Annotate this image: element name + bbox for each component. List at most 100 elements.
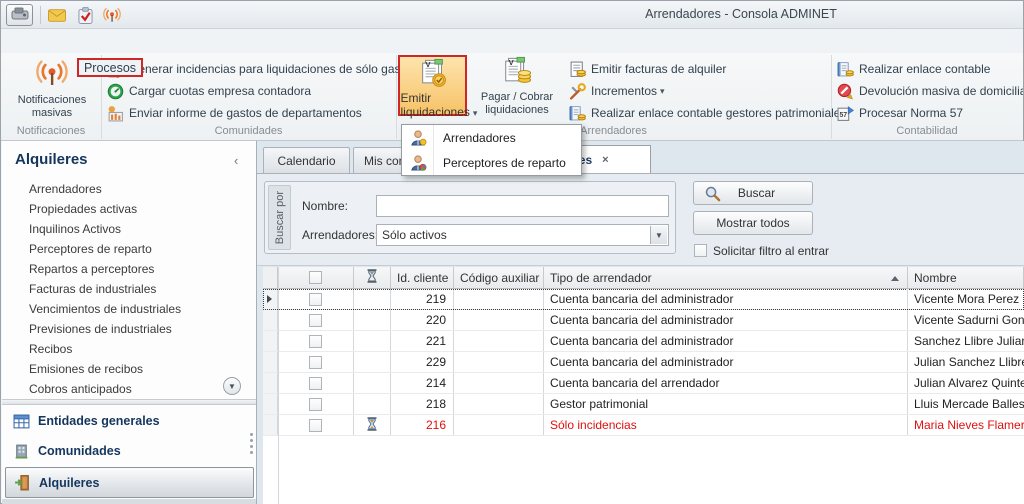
cell-nombre: Vicente Mora Perez	[914, 292, 1020, 306]
main-content: Calendario Mis con Arrendadores × Buscar…	[257, 141, 1024, 504]
group-label-notificaciones: Notificaciones	[16, 125, 86, 137]
cargar-cuotas-button[interactable]: Cargar cuotas empresa contadora	[107, 81, 311, 101]
sidebar-item-cobros-anticipados[interactable]: Cobros anticipados	[29, 382, 229, 400]
door-arrow-icon	[14, 474, 31, 491]
tab-procesos[interactable]: Procesos	[77, 58, 143, 77]
column-header-id[interactable]: Id. cliente	[391, 267, 454, 288]
collapse-sidebar-icon[interactable]: ‹	[234, 153, 238, 168]
cell-id: 229	[391, 352, 454, 372]
devolucion-masiva-button[interactable]: Devolución masiva de domiciliaciones	[837, 81, 1023, 101]
procesar-norma-57-button[interactable]: 57 Procesar Norma 57	[837, 103, 963, 123]
table-row[interactable]: 220 Cuenta bancaria del administrador Vi…	[263, 310, 1024, 331]
row-checkbox[interactable]	[309, 418, 322, 432]
select-all-checkbox-cell[interactable]	[278, 267, 354, 288]
quick-access-separator	[40, 6, 41, 24]
cell-aux	[454, 415, 544, 435]
broadcast-icon[interactable]	[102, 6, 122, 24]
sidebar-splitter[interactable]	[2, 399, 256, 405]
search-panel: Buscar por Nombre: Arrendadores: Sólo ac…	[264, 181, 676, 254]
solicitar-filtro-checkbox[interactable]	[694, 244, 707, 257]
arrendadores-table: Id. cliente Código auxiliar Tipo de arre…	[263, 267, 1024, 504]
ledger-coins-icon	[569, 105, 586, 122]
tools-icon	[569, 82, 586, 100]
menu-item-perceptores[interactable]: Perceptores de reparto	[402, 150, 581, 175]
sidebar-item-emisiones-de-recibos[interactable]: Emisiones de recibos	[29, 362, 229, 380]
menu-item-label: Arrendadores	[443, 130, 516, 145]
nombre-input[interactable]	[376, 195, 669, 217]
sidebar-item-perceptores-de-reparto[interactable]: Perceptores de reparto	[29, 242, 229, 260]
table-row-alert[interactable]: 216 Sólo incidencias Maria Nieves Flamer…	[263, 415, 1024, 436]
column-header-nombre[interactable]: Nombre	[908, 267, 1024, 288]
row-checkbox[interactable]	[309, 355, 322, 369]
select-value: Sólo activos	[382, 228, 447, 242]
table-row[interactable]: 221 Cuenta bancaria del administrador Sa…	[263, 331, 1024, 352]
emitir-liquidaciones-button[interactable]: V Emitir liquidaciones ▾	[398, 55, 477, 119]
cell-nombre: Maria Nieves Flamerich	[914, 418, 1024, 432]
table-row[interactable]: 214 Cuenta bancaria del arrendador Julia…	[263, 373, 1024, 394]
mail-icon[interactable]	[47, 6, 67, 24]
pagar-cobrar-icon: V	[502, 56, 532, 89]
pagar-cobrar-liquidaciones-button[interactable]: V Pagar / Cobrar liquidaciones	[471, 56, 563, 117]
sidebar-item-recibos[interactable]: Recibos	[29, 342, 229, 360]
app-menu-button[interactable]	[6, 4, 33, 26]
menu-item-label: Perceptores de reparto	[443, 155, 566, 170]
arrendadores-select[interactable]: Sólo activos ▼	[376, 224, 669, 246]
emitir-facturas-button[interactable]: Emitir facturas de alquiler	[569, 59, 726, 79]
tasks-icon[interactable]	[75, 6, 95, 24]
section-label: Entidades generales	[38, 414, 160, 428]
sidebar-item-arrendadores[interactable]: Arrendadores	[29, 182, 229, 200]
row-checkbox[interactable]	[309, 397, 322, 411]
table-row[interactable]: 229 Cuenta bancaria del administrador Ju…	[263, 352, 1024, 373]
sidebar-item-inquilinos-activos[interactable]: Inquilinos Activos	[29, 222, 229, 240]
sidebar-section-alquileres[interactable]: Alquileres	[5, 467, 254, 498]
buscar-button[interactable]: Buscar	[693, 181, 813, 205]
table-header-row: Id. cliente Código auxiliar Tipo de arre…	[263, 267, 1024, 289]
svg-text:57: 57	[839, 112, 847, 119]
chevron-down-icon[interactable]: ▼	[650, 226, 667, 244]
expand-more-button[interactable]: ▼	[223, 377, 241, 395]
item-label: Realizar enlace contable gestores patrim…	[591, 106, 847, 120]
application-window: Arrendadores - Consola ADMINET Principal…	[0, 0, 1024, 504]
emitir-liquidaciones-icon: V	[418, 58, 448, 91]
sidebar-item-previsiones-industriales[interactable]: Previsiones de industriales	[29, 322, 229, 340]
table-row[interactable]: 219 Cuenta bancaria del administrador Vi…	[263, 289, 1024, 310]
close-tab-icon[interactable]: ×	[602, 154, 608, 166]
dropdown-caret-icon: ▾	[472, 108, 478, 118]
generar-incidencias-button[interactable]: Generar incidencias para liquidaciones d…	[107, 59, 417, 79]
item-label: Procesar Norma 57	[859, 106, 964, 120]
svg-text:V: V	[425, 60, 430, 69]
cell-tipo: Cuenta bancaria del arrendador	[544, 373, 908, 393]
mostrar-todos-button[interactable]: Mostrar todos	[693, 211, 813, 235]
window-title: Arrendadores - Consola ADMINET	[645, 7, 837, 21]
enviar-informe-button[interactable]: Enviar informe de gastos de departamento…	[107, 103, 362, 123]
row-checkbox[interactable]	[309, 292, 322, 306]
row-checkbox[interactable]	[309, 313, 322, 327]
sidebar-title: Alquileres	[15, 151, 88, 168]
row-checkbox[interactable]	[309, 334, 322, 348]
table-grid-icon	[13, 413, 30, 430]
item-label: Devolución masiva de domiciliaciones	[859, 84, 1023, 98]
sidebar-item-repartos-a-perceptores[interactable]: Repartos a perceptores	[29, 262, 229, 280]
button-label: Pagar / Cobrar liquidaciones	[480, 91, 554, 116]
row-checkbox[interactable]	[309, 376, 322, 390]
sidebar-item-facturas-industriales[interactable]: Facturas de industriales	[29, 282, 229, 300]
sidebar-section-comunidades[interactable]: Comunidades	[2, 437, 256, 465]
side-tab-label: Buscar por	[273, 190, 286, 245]
table-row[interactable]: 218 Gestor patrimonial Lluis Mercade Bal…	[263, 394, 1024, 415]
realizar-enlace-contable-button[interactable]: Realizar enlace contable	[837, 59, 990, 79]
sidebar-grip-handle[interactable]	[250, 433, 254, 457]
content-tab-calendario[interactable]: Calendario	[263, 147, 350, 173]
chevron-down-icon: ▼	[228, 381, 236, 391]
enlace-gestores-button[interactable]: Realizar enlace contable gestores patrim…	[569, 103, 846, 123]
button-label: Mostrar todos	[716, 216, 790, 230]
sidebar-item-vencimientos-industriales[interactable]: Vencimientos de industriales	[29, 302, 229, 320]
cell-aux	[454, 394, 544, 414]
header-checkbox[interactable]	[309, 271, 322, 284]
sidebar-section-entidades-generales[interactable]: Entidades generales	[2, 407, 256, 435]
incrementos-button[interactable]: Incrementos ▾	[569, 81, 665, 101]
gauge-icon	[107, 83, 124, 100]
column-header-tipo[interactable]: Tipo de arrendador	[544, 267, 908, 288]
sidebar-item-propiedades-activas[interactable]: Propiedades activas	[29, 202, 229, 220]
menu-item-arrendadores[interactable]: Arrendadores	[402, 125, 581, 150]
column-header-aux[interactable]: Código auxiliar	[454, 267, 544, 288]
